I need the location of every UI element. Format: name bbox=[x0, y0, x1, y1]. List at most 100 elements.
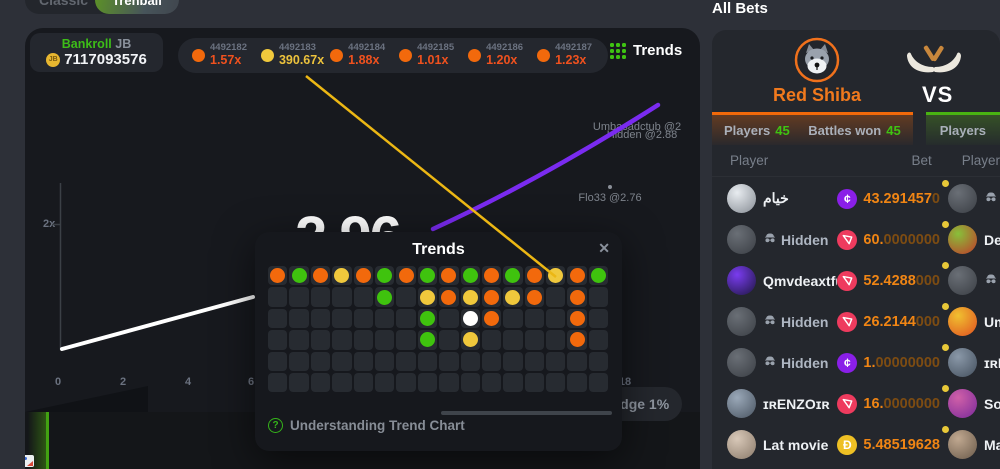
horizontal-scrollbar[interactable] bbox=[441, 411, 612, 415]
trend-cell bbox=[546, 330, 565, 349]
tab-team-left[interactable]: Players 45 Battles won 45 bbox=[712, 112, 913, 145]
player-name: Hidden bbox=[781, 314, 828, 330]
avatar bbox=[727, 389, 756, 418]
result-dot-icon bbox=[192, 49, 205, 62]
player-name: Soh bbox=[984, 396, 1000, 412]
bet-amount: 1.00000000 bbox=[863, 355, 940, 371]
tab-classic[interactable]: Classic bbox=[25, 0, 88, 8]
trend-cell bbox=[375, 266, 394, 285]
trend-cell bbox=[503, 373, 522, 392]
trend-dot-icon bbox=[463, 268, 478, 283]
trend-dot-icon bbox=[420, 290, 435, 305]
game-multiplier: 1.20x bbox=[486, 54, 523, 68]
history-item[interactable]: 44921871.23x bbox=[531, 43, 600, 67]
trends-button[interactable]: Trends bbox=[610, 42, 682, 59]
status-dot-icon bbox=[942, 303, 949, 310]
trend-cell bbox=[482, 352, 501, 371]
avatar bbox=[727, 307, 756, 336]
trend-dot-icon bbox=[463, 290, 478, 305]
trend-dot-icon bbox=[463, 311, 478, 326]
white-crash-line bbox=[62, 297, 253, 349]
bankroll-label: Bankroll bbox=[62, 37, 112, 51]
trend-cell bbox=[439, 309, 458, 328]
trend-cell bbox=[311, 373, 330, 392]
trx-coin-icon bbox=[837, 271, 857, 291]
bet-row-right: Um bbox=[948, 301, 1000, 342]
bets-table-header: Player Bet Player bbox=[712, 145, 1000, 177]
bet-row-right: Mad bbox=[948, 424, 1000, 465]
close-icon[interactable]: ✕ bbox=[598, 240, 610, 257]
trend-cell bbox=[311, 266, 330, 285]
battles-value: 45 bbox=[886, 123, 900, 138]
result-dot-icon bbox=[537, 49, 550, 62]
trend-cell bbox=[332, 309, 351, 328]
history-item[interactable]: 44921851.01x bbox=[393, 43, 462, 67]
trend-cell bbox=[589, 309, 608, 328]
trend-cell bbox=[439, 330, 458, 349]
header-player: Player bbox=[712, 153, 848, 168]
history-item[interactable]: 4492183390.67x bbox=[255, 43, 324, 67]
avatar bbox=[948, 348, 977, 377]
trend-cell bbox=[567, 287, 586, 306]
player-name: ɪʀENZOɪʀ bbox=[763, 396, 830, 412]
bet-row-left: Hidden ¢ 1.00000000 bbox=[712, 342, 940, 383]
cashout-annotation: Flo33 @2.76 bbox=[578, 192, 641, 204]
trend-cell bbox=[589, 330, 608, 349]
history-item[interactable]: 44921821.57x bbox=[186, 43, 255, 67]
player-name: Hidden bbox=[781, 232, 828, 248]
status-dot-icon bbox=[942, 426, 949, 433]
chart-floor-shading bbox=[25, 386, 148, 412]
trend-cell bbox=[354, 352, 373, 371]
trend-cell bbox=[418, 266, 437, 285]
trend-cell bbox=[418, 330, 437, 349]
trx-coin-icon bbox=[837, 312, 857, 332]
trend-cell bbox=[589, 352, 608, 371]
trend-chart-help[interactable]: ? Understanding Trend Chart bbox=[268, 418, 465, 433]
trend-cell bbox=[525, 266, 544, 285]
trend-cell bbox=[546, 266, 565, 285]
incognito-icon bbox=[763, 354, 777, 371]
team-right-icon bbox=[905, 45, 963, 86]
bankroll-amount: 7117093576 bbox=[64, 51, 147, 68]
player-name: Dev bbox=[984, 232, 1000, 248]
bet-amount: 43.2914570 bbox=[863, 191, 940, 207]
incognito-icon bbox=[763, 313, 777, 330]
trend-grid bbox=[268, 266, 608, 392]
trend-dot-icon bbox=[484, 311, 499, 326]
player-name: Hidden bbox=[781, 355, 828, 371]
trend-dot-icon bbox=[484, 268, 499, 283]
trend-cell bbox=[546, 309, 565, 328]
bet-row-right: Soh bbox=[948, 383, 1000, 424]
trend-cell bbox=[525, 330, 544, 349]
trends-grid-icon bbox=[610, 43, 626, 59]
avatar bbox=[727, 266, 756, 295]
x-axis-tick: 4 bbox=[185, 376, 191, 388]
avatar bbox=[948, 389, 977, 418]
trend-cell bbox=[332, 373, 351, 392]
trend-cell bbox=[439, 266, 458, 285]
trend-cell bbox=[332, 352, 351, 371]
trend-dot-icon bbox=[356, 268, 371, 283]
trend-cell bbox=[332, 330, 351, 349]
trend-dot-icon bbox=[334, 268, 349, 283]
trend-cell bbox=[503, 266, 522, 285]
trx-coin-icon bbox=[837, 394, 857, 414]
tab-team-right[interactable]: Players bbox=[926, 112, 1000, 145]
trend-cell bbox=[396, 352, 415, 371]
trend-dot-icon bbox=[527, 290, 542, 305]
history-item[interactable]: 44921861.20x bbox=[462, 43, 531, 67]
avatar bbox=[948, 184, 977, 213]
trend-cell bbox=[332, 266, 351, 285]
trend-cell bbox=[354, 287, 373, 306]
header-player2: Player bbox=[932, 153, 1000, 168]
trend-cell bbox=[311, 287, 330, 306]
trenball-game-page: Classic Trenball 2x 024618 Bankroll JB J… bbox=[0, 0, 1000, 469]
c-coin-icon: ¢ bbox=[837, 353, 857, 373]
trend-cell bbox=[418, 373, 437, 392]
tab-trenball[interactable]: Trenball bbox=[95, 0, 179, 14]
history-item[interactable]: 44921841.88x bbox=[324, 43, 393, 67]
status-dot-icon bbox=[942, 344, 949, 351]
trend-cell bbox=[396, 287, 415, 306]
trend-cell bbox=[311, 330, 330, 349]
trend-dot-icon bbox=[570, 290, 585, 305]
